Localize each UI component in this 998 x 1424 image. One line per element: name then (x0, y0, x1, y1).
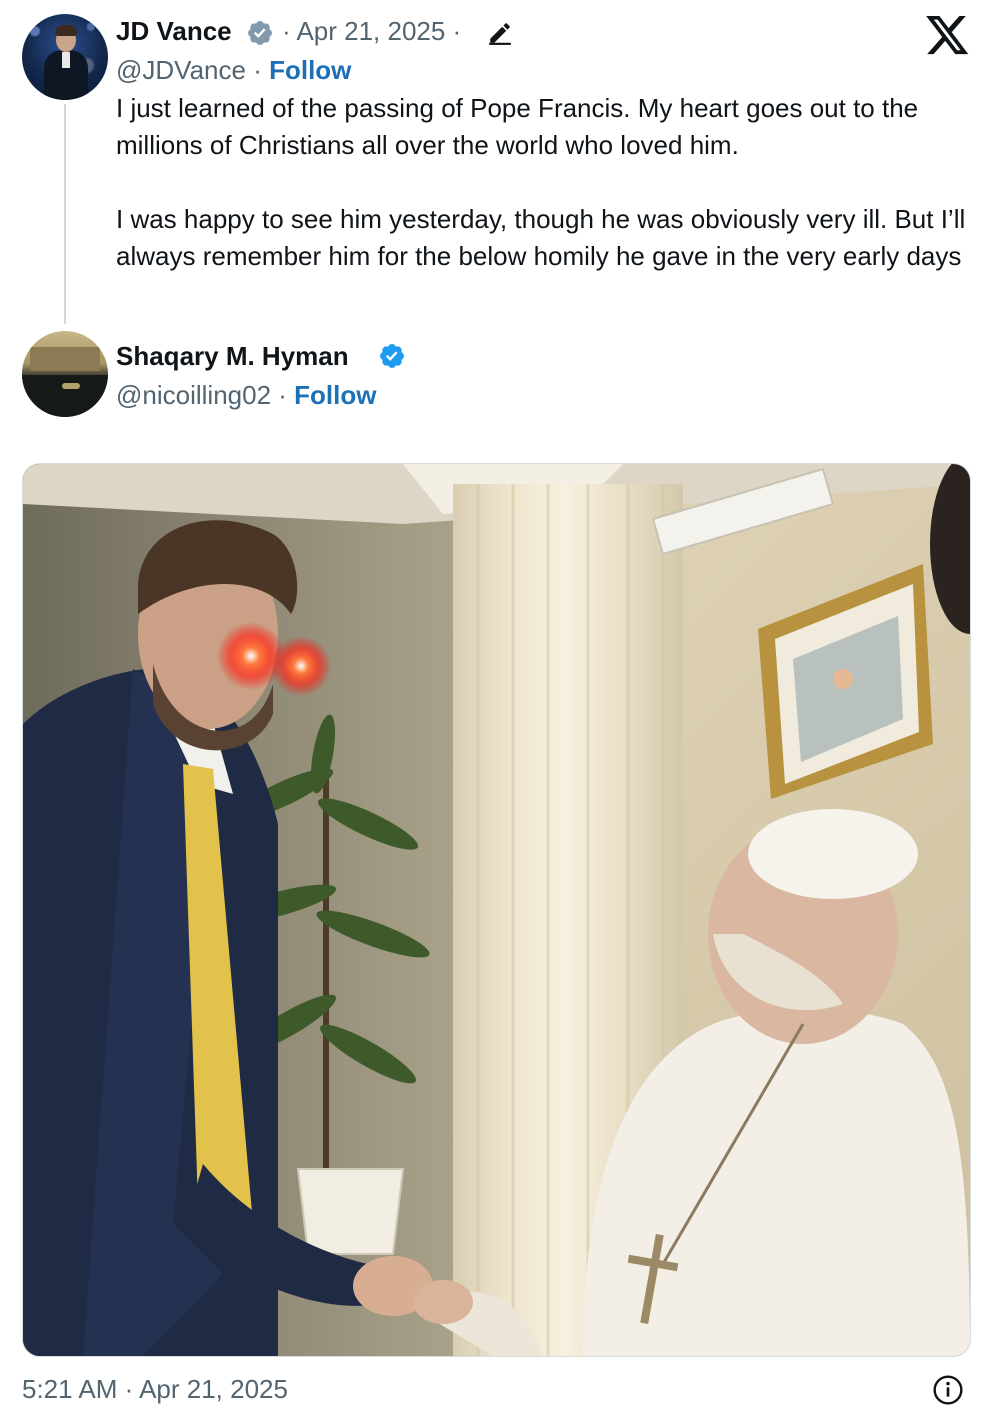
post-date-meta[interactable]: · Apr 21, 2025 · (282, 16, 461, 46)
follow-button[interactable]: Follow (269, 55, 351, 85)
quoted-follow-button[interactable]: Follow (294, 380, 376, 410)
post-paragraph-2: I was happy to see him yesterday, though… (116, 204, 966, 271)
verified-badge-icon (380, 344, 404, 368)
post-body: I just learned of the passing of Pope Fr… (116, 90, 976, 275)
quoted-handle-separator: · (271, 380, 295, 410)
avatar-hair (55, 25, 77, 36)
avatar-shaqary-hyman[interactable] (22, 331, 108, 417)
avatar-water (22, 375, 108, 417)
avatar-glint (62, 383, 80, 389)
post-paragraph-1: I just learned of the passing of Pope Fr… (116, 93, 919, 160)
quoted-handle-row: @nicoilling02 · Follow (116, 380, 376, 410)
quoted-author-name[interactable]: Shaqary M. Hyman (116, 341, 349, 371)
post-photo[interactable] (22, 463, 971, 1357)
author-handle-row: @JDVance · Follow (116, 55, 351, 85)
handle-separator: · (245, 55, 270, 85)
quoted-handle[interactable]: @nicoilling02 (116, 380, 271, 410)
verified-gray-badge-icon (248, 21, 272, 45)
post-timestamp[interactable]: 5:21 AM · Apr 21, 2025 (22, 1372, 288, 1406)
photo-scene (23, 464, 970, 1356)
x-logo-icon[interactable] (926, 16, 970, 56)
avatar-shirt (62, 52, 70, 68)
pencil-icon (489, 23, 511, 45)
thread-line (64, 104, 66, 324)
avatar-jd-vance[interactable] (22, 14, 108, 100)
author-handle[interactable]: @JDVance (116, 55, 246, 85)
info-icon[interactable] (932, 1374, 964, 1406)
author-name[interactable]: JD Vance (116, 16, 232, 46)
avatar-building (30, 347, 100, 371)
